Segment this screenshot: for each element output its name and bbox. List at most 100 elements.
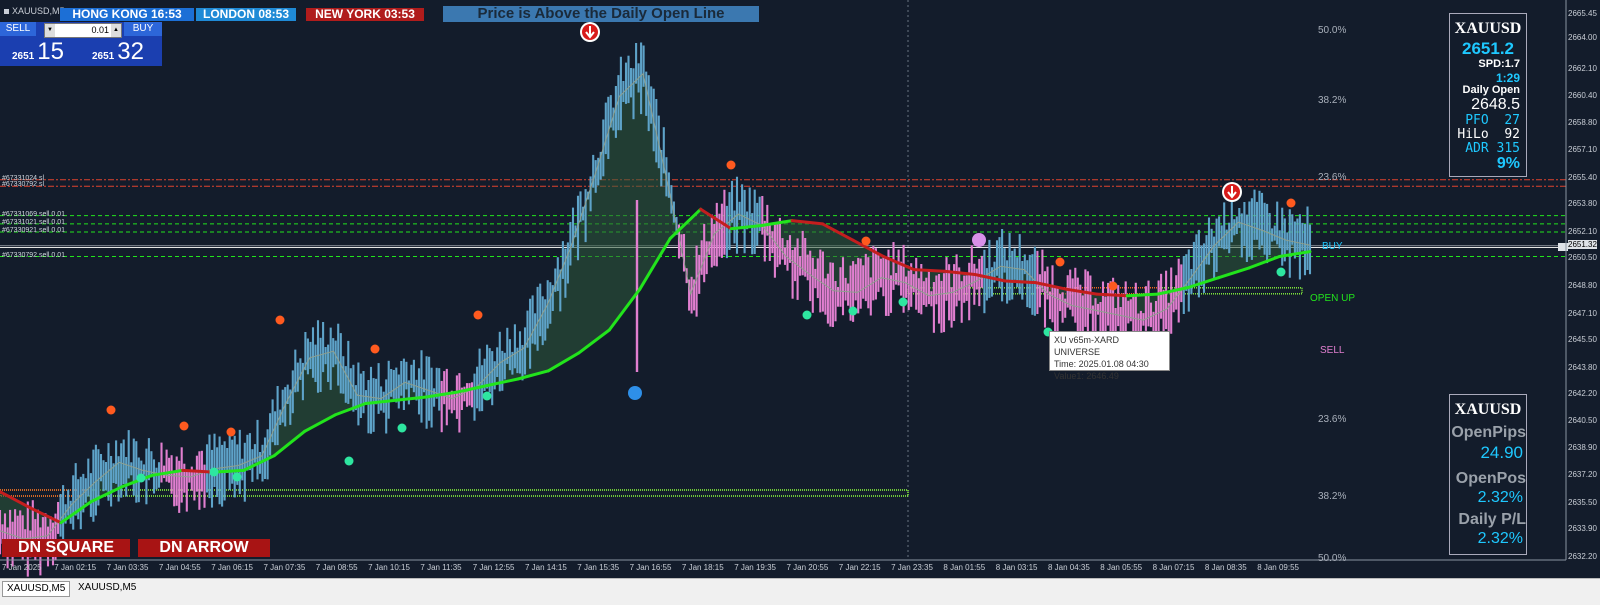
sell-price-prefix: 2651: [12, 51, 35, 62]
price-axis-label: 2635.50: [1568, 498, 1597, 508]
price-axis-label: 2633.90: [1568, 524, 1597, 534]
price-axis-label: 2660.40: [1568, 91, 1597, 101]
swing-low-dot: [848, 306, 858, 316]
tooltip-time: Time: 2025.01.08 04:30: [1054, 359, 1149, 369]
indicator-tooltip: XU v65m-XARD UNIVERSE Time: 2025.01.08 0…: [1049, 331, 1170, 381]
swing-high-dot: [861, 236, 871, 246]
price-axis-label: 2652.10: [1568, 227, 1597, 237]
info-spread: SPD:1.7: [1478, 58, 1520, 70]
swing-low-dot: [232, 472, 242, 482]
buy-price-prefix: 2651: [92, 51, 115, 62]
price-chart[interactable]: [0, 0, 1600, 604]
price-axis-label: 2665.45: [1568, 9, 1597, 18]
pl-symbol: XAUUSD: [1454, 401, 1522, 418]
order-line-label: #67330792 sell 0.01: [2, 251, 66, 259]
time-axis-label: 7 Jan 2025: [2, 563, 42, 572]
fib-level-label: 38.2%: [1318, 95, 1347, 107]
open-pips-value: 24.90: [1480, 443, 1523, 462]
big-low-marker: [628, 386, 642, 400]
swing-high-dot: [726, 160, 736, 170]
daily-pl-value: 2.32%: [1477, 530, 1523, 547]
swing-low-dot: [344, 456, 354, 466]
slow-ma-segment: [1095, 292, 1129, 298]
time-axis-label: 8 Jan 05:55: [1100, 563, 1143, 572]
tab-xauusd-m5[interactable]: XAUUSD,M5: [74, 581, 140, 595]
trend-banner: Price is Above the Daily Open Line: [443, 6, 759, 22]
open-pips-label: OpenPips: [1451, 424, 1526, 441]
info-hilo: HiLo 92: [1457, 127, 1520, 142]
buy-zone-label: BUY: [1322, 241, 1343, 252]
time-axis-label: 8 Jan 09:55: [1257, 563, 1299, 572]
tab-xauusd-m5-active[interactable]: XAUUSD,M5: [2, 581, 71, 597]
info-daily-open-value: 2648.5: [1471, 96, 1520, 113]
price-axis-label: 2657.10: [1568, 145, 1597, 155]
tooltip-value: Value1: 2646.49: [1054, 371, 1119, 381]
swing-high-dot: [1108, 281, 1118, 291]
open-pos-label: OpenPos: [1455, 470, 1526, 487]
time-axis-label: 7 Jan 06:15: [211, 563, 253, 572]
symbol-info-panel: XAUUSD 2651.2 SPD:1.7 1:29 Daily Open 26…: [1449, 13, 1527, 177]
fib-level-label: 50.0%: [1318, 25, 1347, 37]
time-axis-label: 7 Jan 08:55: [315, 563, 358, 572]
swing-high-dot: [226, 427, 236, 437]
info-adr: ADR 315: [1465, 141, 1520, 156]
swing-high-dot: [473, 310, 483, 320]
buy-button[interactable]: BUY: [124, 22, 162, 36]
slow-ma-segment: [912, 268, 946, 273]
time-axis-label: 7 Jan 20:55: [786, 563, 829, 572]
time-axis-label: 7 Jan 12:55: [472, 563, 515, 572]
swing-low-dot: [136, 473, 146, 483]
lot-decrease-icon[interactable]: ▼: [45, 24, 55, 37]
chart-window-icon: [4, 8, 9, 14]
buy-price[interactable]: 2651 32: [92, 38, 144, 66]
info-adr-pct: 9%: [1496, 155, 1520, 172]
price-axis-label: 2648.80: [1568, 280, 1597, 290]
fib-level-label: 50.0%: [1318, 552, 1347, 564]
sell-price[interactable]: 2651 15: [12, 38, 64, 66]
time-axis-label: 7 Jan 14:15: [525, 563, 567, 572]
price-axis-label: 2650.50: [1568, 253, 1597, 263]
order-line-label: #67331021 sell 0.01: [2, 218, 66, 226]
daily-pl-label: Daily P/L: [1458, 511, 1526, 528]
price-axis-label: 2662.10: [1568, 63, 1597, 73]
chart-symbol-title: XAUUSD,M5: [4, 6, 65, 16]
time-axis-label: 8 Jan 04:35: [1048, 563, 1090, 572]
time-axis-label: 8 Jan 03:15: [995, 563, 1038, 572]
time-axis-label: 8 Jan 08:35: [1204, 563, 1247, 572]
dn-arrow-label: DN ARROW: [138, 539, 270, 557]
price-axis-label: 2638.90: [1568, 442, 1597, 452]
time-axis-label: 7 Jan 07:35: [263, 563, 306, 572]
fib-level-label: 23.6%: [1318, 172, 1347, 184]
order-line-label: #67331069 sell 0.01: [2, 210, 66, 218]
symbol-title-text: XAUUSD,M5: [12, 6, 65, 16]
price-axis-label: 2664.00: [1568, 32, 1597, 42]
info-price: 2651.2: [1462, 39, 1514, 58]
swing-low-dot: [802, 310, 812, 320]
swing-high-dot: [1286, 198, 1296, 208]
swing-high-dot: [106, 405, 116, 415]
time-axis-label: 7 Jan 03:35: [106, 563, 149, 572]
buy-price-pips: 32: [117, 38, 144, 65]
info-pfo: PFO 27: [1465, 113, 1520, 128]
swing-low-dot: [898, 297, 908, 307]
price-axis-label: 2642.20: [1568, 388, 1597, 398]
info-daily-open-label: Daily Open: [1462, 84, 1520, 96]
price-axis-label: 2653.80: [1568, 199, 1597, 209]
price-axis-label: 2651.32: [1568, 239, 1597, 249]
price-axis-label: 2643.80: [1568, 362, 1597, 372]
fib-level-label: 23.6%: [1318, 413, 1347, 425]
slow-ma-segment: [181, 468, 215, 474]
open-up-label: OPEN UP: [1310, 293, 1356, 304]
lot-increase-icon[interactable]: ▲: [111, 24, 121, 37]
sell-button[interactable]: SELL: [0, 22, 36, 36]
slow-ma-segment: [1125, 292, 1160, 298]
time-axis-label: 7 Jan 02:15: [54, 563, 97, 572]
lot-size-field[interactable]: ▼ 0.01 ▲: [44, 23, 122, 38]
swing-low-dot: [1276, 267, 1286, 277]
tooltip-title: XU v65m-XARD UNIVERSE: [1054, 335, 1120, 357]
price-axis-label: 2647.10: [1568, 308, 1597, 318]
info-candle-timer: 1:29: [1495, 71, 1520, 85]
dn-square-label: DN SQUARE: [2, 539, 130, 557]
price-axis-label: 2640.50: [1568, 416, 1597, 426]
session-clock-2: NEW YORK 03:53: [306, 8, 424, 21]
